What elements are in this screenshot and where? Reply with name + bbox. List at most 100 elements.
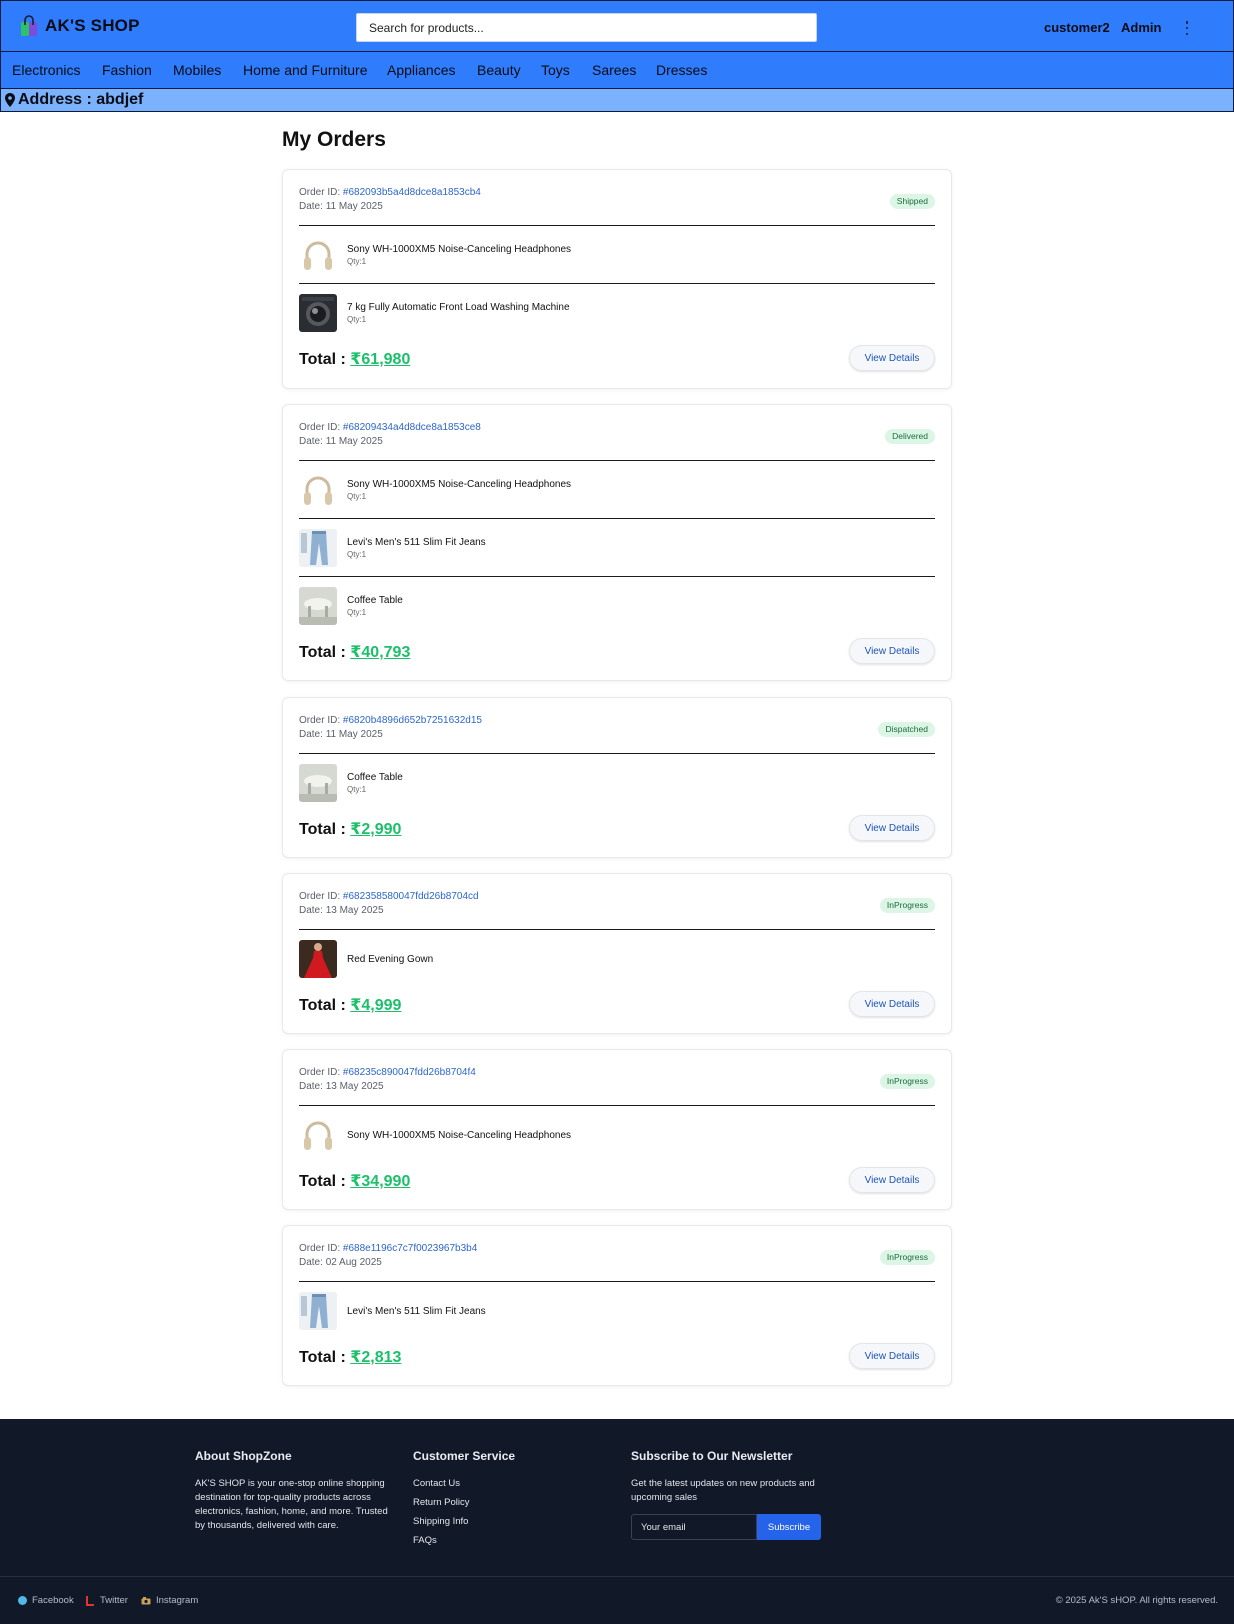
category-home-and-furniture[interactable]: Home and Furniture	[243, 62, 368, 78]
order-id[interactable]: #68209434a4d8dce8a1853ce8	[343, 422, 481, 433]
newsletter-email-input[interactable]	[631, 1514, 757, 1540]
order-id-label: Order ID:	[299, 891, 341, 902]
twitter-link[interactable]: Twitter	[86, 1595, 128, 1606]
product-thumbnail-headphones	[299, 236, 337, 274]
shopping-bag-icon	[21, 15, 37, 36]
order-date: 13 May 2025	[325, 1081, 384, 1092]
order-item[interactable]: Levi's Men's 511 Slim Fit Jeans Qty:1	[299, 528, 935, 568]
search-input[interactable]	[356, 13, 817, 42]
category-appliances[interactable]: Appliances	[387, 62, 456, 78]
order-card: Order ID: #688e1196c7c7f0023967b3b4 Date…	[282, 1225, 952, 1386]
facebook-link[interactable]: Facebook	[18, 1595, 74, 1606]
category-fashion[interactable]: Fashion	[102, 62, 152, 78]
view-details-button[interactable]: View Details	[849, 1343, 935, 1369]
order-meta: Order ID: #6820b4896d652b7251632d15 Date…	[299, 714, 482, 742]
total-amount[interactable]: ₹40,793	[350, 644, 410, 661]
faqs-link[interactable]: FAQs	[413, 1535, 437, 1546]
page-title: My Orders	[282, 128, 386, 151]
view-details-button[interactable]: View Details	[849, 638, 935, 664]
copyright: © 2025 Ak'S sHOP. All rights reserved.	[1055, 1595, 1218, 1606]
product-thumbnail-headphones	[299, 1116, 337, 1154]
status-badge: Delivered	[885, 429, 935, 444]
total-amount[interactable]: ₹2,990	[350, 821, 401, 838]
category-toys[interactable]: Toys	[541, 62, 570, 78]
category-dresses[interactable]: Dresses	[656, 62, 707, 78]
view-details-button[interactable]: View Details	[849, 815, 935, 841]
order-card: Order ID: #68235c890047fdd26b8704f4 Date…	[282, 1049, 952, 1210]
return-policy-link[interactable]: Return Policy	[413, 1497, 470, 1508]
product-thumbnail-coffee-table	[299, 764, 337, 802]
product-qty: Qty:1	[347, 550, 367, 559]
status-badge: InProgress	[879, 898, 935, 913]
delivery-address: Address : abdjef	[18, 91, 144, 108]
date-label: Date:	[299, 436, 323, 447]
order-id[interactable]: #682358580047fdd26b8704cd	[343, 891, 479, 902]
divider	[299, 753, 935, 754]
divider	[299, 460, 935, 461]
total-amount[interactable]: ₹2,813	[350, 1349, 401, 1366]
order-card: Order ID: #6820b4896d652b7251632d15 Date…	[282, 697, 952, 858]
order-item[interactable]: Levi's Men's 511 Slim Fit Jeans	[299, 1291, 935, 1331]
view-details-button[interactable]: View Details	[849, 1167, 935, 1193]
total-label: Total :	[299, 351, 346, 368]
order-id[interactable]: #68235c890047fdd26b8704f4	[343, 1067, 476, 1078]
total-amount[interactable]: ₹34,990	[350, 1173, 410, 1190]
product-thumbnail-coffee-table	[299, 587, 337, 625]
total-label: Total :	[299, 1349, 346, 1366]
category-sarees[interactable]: Sarees	[592, 62, 636, 78]
order-id-label: Order ID:	[299, 422, 341, 433]
order-id[interactable]: #688e1196c7c7f0023967b3b4	[343, 1243, 477, 1254]
contact-us-link[interactable]: Contact Us	[413, 1478, 460, 1489]
divider	[299, 929, 935, 930]
order-total: Total : ₹61,980	[299, 349, 410, 369]
order-id[interactable]: #682093b5a4d8dce8a1853cb4	[343, 187, 481, 198]
product-qty: Qty:1	[347, 608, 367, 617]
product-name: Levi's Men's 511 Slim Fit Jeans	[347, 1305, 486, 1317]
product-name: Coffee Table	[347, 772, 403, 783]
twitter-label: Twitter	[100, 1595, 128, 1606]
product-name: Coffee Table	[347, 595, 403, 606]
product-name: 7 kg Fully Automatic Front Load Washing …	[347, 302, 570, 313]
order-item[interactable]: Sony WH-1000XM5 Noise-Canceling Headphon…	[299, 235, 935, 275]
category-mobiles[interactable]: Mobiles	[173, 62, 221, 78]
more-menu-icon[interactable]	[1184, 21, 1190, 35]
twitter-icon	[86, 1595, 94, 1606]
order-id[interactable]: #6820b4896d652b7251632d15	[343, 715, 482, 726]
product-qty: Qty:1	[347, 257, 367, 266]
product-thumbnail-jeans	[299, 529, 337, 567]
brand-logo[interactable]: AK'S SHOP	[19, 15, 140, 37]
category-electronics[interactable]: Electronics	[12, 62, 80, 78]
shipping-info-link[interactable]: Shipping Info	[413, 1516, 468, 1527]
order-date: 11 May 2025	[325, 729, 383, 740]
category-beauty[interactable]: Beauty	[477, 62, 521, 78]
order-card: Order ID: #682358580047fdd26b8704cd Date…	[282, 873, 952, 1034]
product-qty: Qty:1	[347, 492, 367, 501]
order-id-label: Order ID:	[299, 1067, 341, 1078]
order-item[interactable]: 7 kg Fully Automatic Front Load Washing …	[299, 293, 935, 333]
view-details-button[interactable]: View Details	[849, 991, 935, 1017]
divider	[299, 283, 935, 284]
total-label: Total :	[299, 1173, 346, 1190]
subscribe-button[interactable]: Subscribe	[757, 1514, 821, 1540]
divider	[299, 518, 935, 519]
order-meta: Order ID: #68209434a4d8dce8a1853ce8 Date…	[299, 421, 481, 449]
order-date: 11 May 2025	[325, 201, 383, 212]
admin-link[interactable]: Admin	[1121, 20, 1161, 35]
total-amount[interactable]: ₹61,980	[350, 351, 410, 368]
total-amount[interactable]: ₹4,999	[350, 997, 401, 1014]
status-badge: InProgress	[879, 1074, 935, 1089]
order-item[interactable]: Coffee Table Qty:1	[299, 763, 935, 803]
product-name: Red Evening Gown	[347, 953, 434, 965]
view-details-button[interactable]: View Details	[849, 345, 935, 371]
order-item[interactable]: Red Evening Gown	[299, 939, 935, 979]
order-item[interactable]: Sony WH-1000XM5 Noise-Canceling Headphon…	[299, 470, 935, 510]
user-account-link[interactable]: customer2	[1044, 20, 1110, 35]
order-total: Total : ₹2,813	[299, 1347, 401, 1367]
order-item[interactable]: Sony WH-1000XM5 Noise-Canceling Headphon…	[299, 1115, 935, 1155]
product-qty: Qty:1	[347, 785, 367, 794]
order-item[interactable]: Coffee Table Qty:1	[299, 586, 935, 626]
instagram-link[interactable]: Instagram	[141, 1595, 198, 1606]
about-text: AK'S SHOP is your one-stop online shoppi…	[195, 1478, 388, 1531]
order-card: Order ID: #682093b5a4d8dce8a1853cb4 Date…	[282, 169, 952, 389]
divider	[299, 576, 935, 577]
